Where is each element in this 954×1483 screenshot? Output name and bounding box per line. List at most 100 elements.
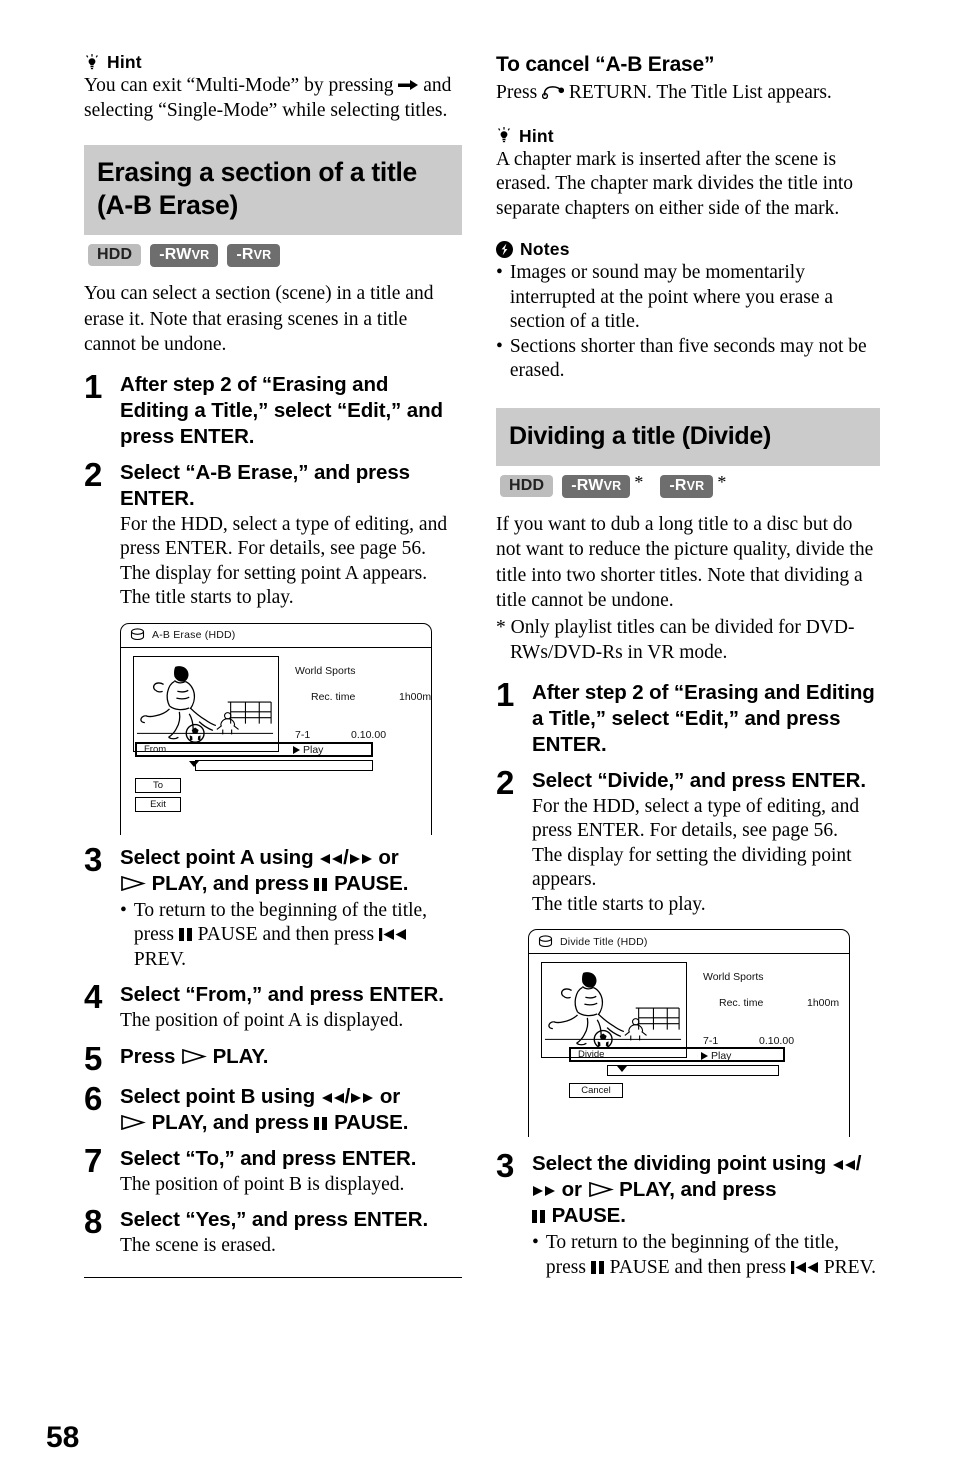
divide-step-3-bullets: • To return to the beginning of the titl… [532, 1231, 880, 1280]
media-badges-ab-erase: HDD -RWVR -RVR [88, 244, 462, 267]
rewind-icon [321, 1092, 345, 1104]
osd-title-ab-erase: A-B Erase (HDD) [152, 629, 236, 641]
osd-button-to[interactable]: To [135, 777, 181, 793]
step-2-number: 2 [84, 455, 103, 493]
badge-rvr-sub: VR [253, 248, 272, 262]
badge-rvr-divide-main: -R [669, 476, 687, 494]
osd-controls-ab-erase: From To Exit [121, 741, 431, 812]
hint-text-right: A chapter mark is inserted after the sce… [496, 148, 854, 219]
fast-forward-icon [349, 853, 373, 865]
divide-step-1-number: 1 [496, 675, 515, 713]
badge-wrap-hdd-divide: HDD [500, 474, 554, 497]
step-7-title: Select “To,” and press ENTER. [120, 1146, 417, 1170]
section-intro-ab-erase: You can select a section (scene) in a ti… [84, 283, 434, 355]
hint-title: Hint [107, 52, 142, 72]
hint-block-top: Hint You can exit “Multi-Mode” by pressi… [84, 52, 462, 123]
osd-video-title-divide: World Sports [703, 971, 764, 983]
step-3-number: 3 [84, 840, 103, 878]
osd-timecode-divide: 0.10.00 [759, 1035, 795, 1047]
osd-button-cancel[interactable]: Cancel [569, 1083, 623, 1098]
badge-rwvr-divide: -RWVR [562, 474, 631, 498]
pause-icon [178, 928, 193, 941]
badge-rvr-main: -R [236, 246, 254, 263]
hint-line1-part2: and [423, 75, 452, 96]
divide-step-3-bullet-1-text: To return to the beginning of the title,… [546, 1231, 880, 1280]
badge-rvr-divide-sub: VR [686, 478, 705, 493]
step-3-title-play: PLAY, and press [151, 871, 309, 895]
step-6-title: Select point B using / or PLAY, and pres… [120, 1084, 409, 1134]
step-3-title: Select point A using / or PLAY, and pres… [120, 845, 409, 895]
section-title-line1: Erasing a section of a title [97, 157, 417, 187]
divide-step-3-number: 3 [496, 1147, 515, 1184]
osd-screen-ab-erase: A-B Erase (HDD) World Sports Rec. time 1… [120, 622, 462, 835]
divide-step-3-bullet-1: • To return to the beginning of the titl… [532, 1231, 880, 1280]
step-5-title-pre: Press [120, 1044, 176, 1068]
bullet-dot-icon: • [120, 899, 127, 921]
divide-step-3-title-end: PAUSE. [551, 1204, 626, 1227]
section-title-divide: Dividing a title (Divide) [509, 421, 771, 450]
return-arrow-icon [542, 85, 565, 99]
page-number: 58 [46, 1421, 80, 1454]
step-1-number: 1 [84, 367, 103, 405]
step-3-title-end: PAUSE. [334, 871, 409, 895]
osd-progress-bar-divide[interactable] [607, 1065, 779, 1076]
cancel-text-pre: Press [496, 82, 538, 103]
step-8-number: 8 [84, 1203, 103, 1240]
steps-ab-erase-part2: 3 Select point A using / or PLAY, and pr… [84, 840, 462, 1259]
note-item-2-text: Sections shorter than five seconds may n… [509, 335, 867, 382]
play-outline-icon [588, 1182, 614, 1197]
osd-button-from-label: From [144, 743, 167, 755]
osd-button-exit[interactable]: Exit [135, 796, 181, 812]
osd-chapter-divide: 7-1 [703, 1035, 719, 1047]
step-7-desc: The position of point B is displayed. [120, 1173, 405, 1195]
column-bottom-rule [84, 1276, 462, 1278]
step-6: 6 Select point B using / or PLAY, and pr… [84, 1082, 462, 1136]
step-4-title: Select “From,” and press ENTER. [120, 983, 444, 1006]
badge-rwvr-sub: VR [191, 248, 210, 262]
lightbulb-icon [496, 127, 512, 145]
osd-titlebar-divide: Divide Title (HDD) [529, 930, 849, 954]
notes-title: Notes [520, 239, 570, 259]
osd-rec-time-label-divide: Rec. time [719, 997, 764, 1009]
manual-page: Hint You can exit “Multi-Mode” by pressi… [0, 0, 954, 1483]
osd-button-to-label: To [152, 779, 164, 791]
bullet-dot-icon: • [496, 262, 503, 283]
step-3-title-pre: Select point A using [120, 845, 314, 869]
step-8: 8 Select “Yes,” and press ENTER. The sce… [84, 1203, 462, 1259]
osd-button-divide[interactable]: Divide [569, 1047, 785, 1062]
previous-track-icon [790, 1260, 819, 1274]
step-5-title-end: PLAY. [212, 1044, 269, 1068]
osd-position-caret [189, 760, 199, 767]
divide-step-3-title: Select the dividing point using / or PLA… [532, 1152, 862, 1227]
step-3-bullet-1-text: To return to the beginning of the title,… [134, 899, 462, 973]
right-column: To cancel “A-B Erase” Press RETURN. The … [496, 52, 880, 1280]
step-4-desc: The position of point A is displayed. [120, 1010, 404, 1031]
osd-position-caret-divide [617, 1066, 627, 1072]
play-outline-icon [120, 875, 146, 891]
hdd-disc-icon [130, 628, 145, 642]
play-outline-icon [120, 1114, 146, 1130]
badge-wrap-hdd: HDD [88, 244, 142, 266]
step-8-desc: The scene is erased. [120, 1235, 276, 1256]
fast-forward-icon [532, 1185, 556, 1197]
step-2: 2 Select “A-B Erase,” and press ENTER. F… [84, 455, 462, 611]
osd-button-from[interactable]: From [135, 741, 373, 757]
divide-step-2-desc: For the HDD, select a type of editing, a… [532, 795, 860, 915]
osd-video-title-ab-erase: World Sports [295, 664, 356, 677]
osd-chapter-ab-erase: 7-1 [295, 728, 311, 741]
section-banner-ab-erase: Erasing a section of a title (A-B Erase) [84, 145, 462, 235]
osd-progress-bar[interactable] [195, 759, 373, 771]
osd-title-divide: Divide Title (HDD) [560, 935, 648, 948]
note-item-1-text: Images or sound may be momentarily inter… [509, 262, 834, 332]
badge-wrap-rwvr-divide: -RWVR * [562, 473, 643, 498]
badge-rwvr-divide-main: -RW [571, 476, 604, 494]
section-intro-divide: If you want to dub a long title to a dis… [496, 513, 874, 612]
right-arrow-icon [398, 79, 419, 92]
hint-line1-part1: You can exit “Multi-Mode” by pressing [84, 75, 394, 96]
media-badges-divide: HDD -RWVR * -RVR * [500, 473, 880, 498]
bullet-dot-icon: • [496, 335, 503, 357]
badge-hdd-divide: HDD [500, 474, 554, 497]
step-5-number: 5 [84, 1039, 103, 1077]
step-6-title-end: PAUSE. [334, 1110, 409, 1134]
hint-header-right: Hint [496, 126, 880, 147]
